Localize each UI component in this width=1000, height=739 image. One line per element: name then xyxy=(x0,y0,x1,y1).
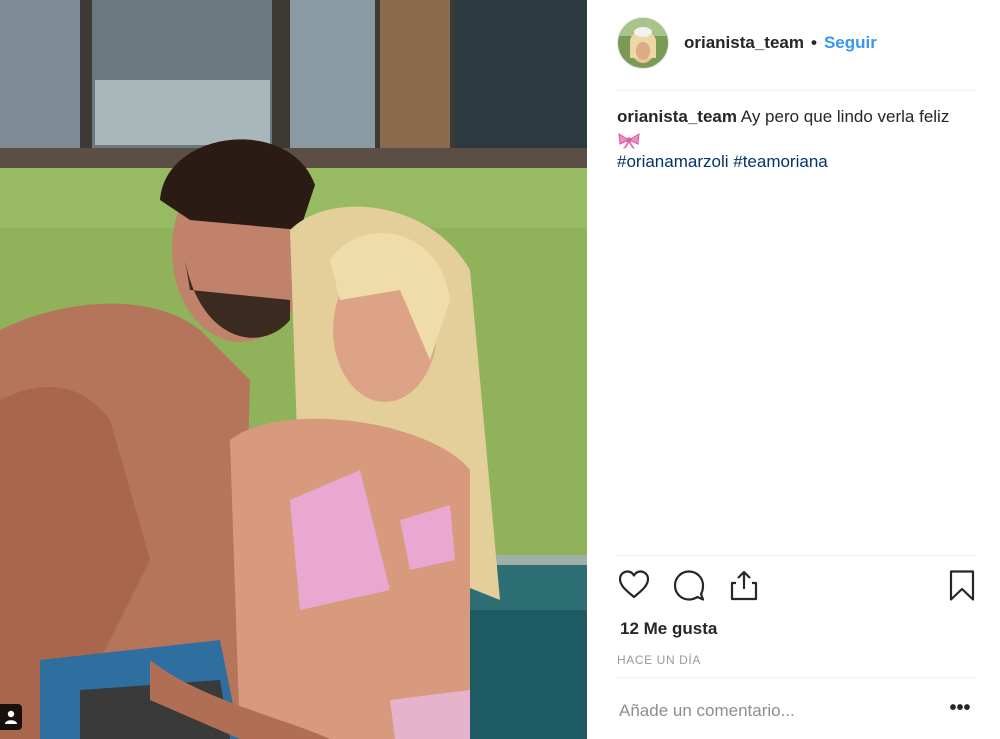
post-photo-image xyxy=(0,0,587,739)
share-button[interactable] xyxy=(727,568,761,607)
caption-hashtags: #orianamarzoli #teamoriana xyxy=(617,151,977,173)
person-tag-icon[interactable] xyxy=(0,704,22,730)
comment-button[interactable] xyxy=(672,568,706,607)
header-divider xyxy=(617,90,976,91)
header-separator: • xyxy=(811,33,817,52)
post-timestamp[interactable]: HACE UN DÍA xyxy=(617,653,701,667)
share-icon xyxy=(730,570,758,601)
avatar-image xyxy=(618,18,668,68)
post-side-panel: orianista_team • Seguir orianista_team A… xyxy=(587,0,1000,739)
post-photo[interactable] xyxy=(0,0,587,739)
actions-divider xyxy=(617,555,976,556)
bookmark-icon xyxy=(949,570,975,601)
heart-icon xyxy=(618,570,650,599)
comment-icon xyxy=(673,570,705,601)
header-username[interactable]: orianista_team xyxy=(684,33,804,53)
likes-count[interactable]: 12 Me gusta xyxy=(620,619,717,639)
post-actions xyxy=(617,568,977,606)
caption-username[interactable]: orianista_team xyxy=(617,107,737,126)
caption-emoji-line xyxy=(617,128,977,150)
save-button[interactable] xyxy=(945,568,979,607)
post-header: orianista_team • Seguir xyxy=(617,17,977,69)
person-icon xyxy=(5,710,17,724)
hashtag-link[interactable]: #teamoriana xyxy=(733,152,828,171)
caption-text: Ay pero que lindo verla feliz xyxy=(740,107,950,126)
pink-bow-icon xyxy=(618,132,640,149)
more-options-button[interactable]: ••• xyxy=(945,698,975,722)
follow-button[interactable]: Seguir xyxy=(824,33,877,53)
caption-line: orianista_team Ay pero que lindo verla f… xyxy=(617,106,977,128)
comment-divider xyxy=(617,677,976,678)
comment-input[interactable] xyxy=(619,697,939,725)
like-button[interactable] xyxy=(617,568,651,607)
post-caption: orianista_team Ay pero que lindo verla f… xyxy=(617,106,977,173)
avatar[interactable] xyxy=(617,17,669,69)
hashtag-link[interactable]: #orianamarzoli xyxy=(617,152,729,171)
